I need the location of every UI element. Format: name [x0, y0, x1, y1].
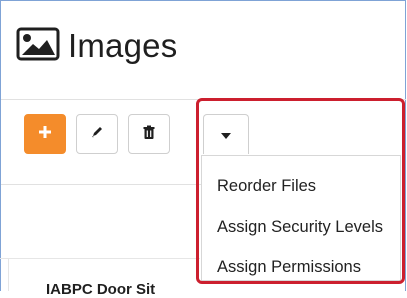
menu-item-assign-permissions[interactable]: Assign Permissions	[217, 258, 361, 277]
page-title: Images	[68, 27, 178, 64]
menu-item-assign-security-levels[interactable]: Assign Security Levels	[217, 218, 383, 237]
caret-down-icon	[221, 126, 231, 144]
page-header: Images	[16, 22, 177, 70]
plus-icon	[38, 125, 52, 144]
image-icon	[16, 27, 60, 66]
delete-button[interactable]	[128, 114, 170, 154]
toolbar	[24, 114, 170, 154]
dropdown-menu: Reorder Files Assign Security Levels Ass…	[201, 155, 401, 281]
trash-icon	[143, 125, 155, 144]
menu-item-reorder-files[interactable]: Reorder Files	[217, 177, 316, 196]
more-actions-dropdown-button[interactable]	[203, 114, 249, 154]
edit-button[interactable]	[76, 114, 118, 154]
add-button[interactable]	[24, 114, 66, 154]
table-row[interactable]: IABPC Door Sit	[0, 258, 200, 298]
pencil-icon	[90, 125, 104, 144]
row-title: IABPC Door Sit	[46, 281, 156, 298]
toolbar-divider	[1, 184, 201, 185]
header-divider	[1, 99, 406, 100]
row-divider	[8, 258, 9, 291]
